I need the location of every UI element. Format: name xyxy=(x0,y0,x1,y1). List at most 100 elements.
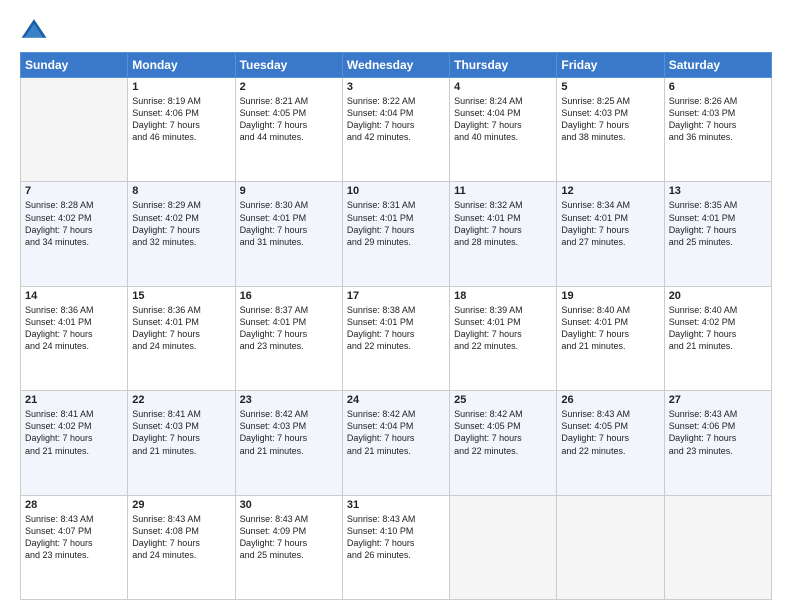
calendar-page: SundayMondayTuesdayWednesdayThursdayFrid… xyxy=(0,0,792,612)
calendar-table: SundayMondayTuesdayWednesdayThursdayFrid… xyxy=(20,52,772,600)
day-info: Sunrise: 8:39 AM Sunset: 4:01 PM Dayligh… xyxy=(454,304,552,353)
calendar-cell: 6Sunrise: 8:26 AM Sunset: 4:03 PM Daylig… xyxy=(664,78,771,182)
calendar-cell: 22Sunrise: 8:41 AM Sunset: 4:03 PM Dayli… xyxy=(128,391,235,495)
day-info: Sunrise: 8:37 AM Sunset: 4:01 PM Dayligh… xyxy=(240,304,338,353)
calendar-cell: 27 Sunrise: 8:43 AM Sunset: 4:06 PM Dayli… xyxy=(664,391,771,495)
day-number: 18 xyxy=(454,290,552,302)
day-number: 17 xyxy=(347,290,445,302)
day-number: 7 xyxy=(25,185,123,197)
week-row-4: 21 Sunrise: 8:41 AM Sunset: 4:02 PM Dayli… xyxy=(21,391,772,495)
day-info: Sunrise: 8:22 AM Sunset: 4:04 PM Dayligh… xyxy=(347,95,445,144)
logo xyxy=(20,16,52,44)
calendar-cell: 17 Sunrise: 8:38 AM Sunset: 4:01 PM Dayli… xyxy=(342,286,449,390)
day-info: Sunrise: 8:24 AM Sunset: 4:04 PM Dayligh… xyxy=(454,95,552,144)
calendar-cell: 13 Sunrise: 8:35 AM Sunset: 4:01 PM Dayli… xyxy=(664,182,771,286)
day-number: 13 xyxy=(669,185,767,197)
day-info: Sunrise: 8:42 AM Sunset: 4:04 PM Dayligh… xyxy=(347,408,445,457)
day-info: Sunrise: 8:32 AM Sunset: 4:01 PM Dayligh… xyxy=(454,199,552,248)
day-info: Sunrise: 8:42 AM Sunset: 4:05 PM Dayligh… xyxy=(454,408,552,457)
calendar-cell: 4 Sunrise: 8:24 AM Sunset: 4:04 PM Daylig… xyxy=(450,78,557,182)
day-number: 29 xyxy=(132,499,230,511)
day-info: Sunrise: 8:29 AM Sunset: 4:02 PM Dayligh… xyxy=(132,199,230,248)
day-number: 28 xyxy=(25,499,123,511)
calendar-cell: 23 Sunrise: 8:42 AM Sunset: 4:03 PM Dayli… xyxy=(235,391,342,495)
day-info: Sunrise: 8:43 AM Sunset: 4:06 PM Dayligh… xyxy=(669,408,767,457)
day-info: Sunrise: 8:41 AM Sunset: 4:03 PM Dayligh… xyxy=(132,408,230,457)
day-info: Sunrise: 8:19 AM Sunset: 4:06 PM Dayligh… xyxy=(132,95,230,144)
calendar-cell: 20 Sunrise: 8:40 AM Sunset: 4:02 PM Dayli… xyxy=(664,286,771,390)
calendar-cell: 5Sunrise: 8:25 AM Sunset: 4:03 PM Daylig… xyxy=(557,78,664,182)
day-number: 4 xyxy=(454,81,552,93)
day-number: 9 xyxy=(240,185,338,197)
calendar-cell: 3 Sunrise: 8:22 AM Sunset: 4:04 PM Daylig… xyxy=(342,78,449,182)
day-number: 1 xyxy=(132,81,230,93)
day-info: Sunrise: 8:40 AM Sunset: 4:01 PM Dayligh… xyxy=(561,304,659,353)
day-number: 23 xyxy=(240,394,338,406)
day-info: Sunrise: 8:31 AM Sunset: 4:01 PM Dayligh… xyxy=(347,199,445,248)
day-number: 2 xyxy=(240,81,338,93)
calendar-cell: 8 Sunrise: 8:29 AM Sunset: 4:02 PM Daylig… xyxy=(128,182,235,286)
calendar-cell: 12Sunrise: 8:34 AM Sunset: 4:01 PM Dayli… xyxy=(557,182,664,286)
calendar-cell: 19 Sunrise: 8:40 AM Sunset: 4:01 PM Dayli… xyxy=(557,286,664,390)
calendar-cell: 11 Sunrise: 8:32 AM Sunset: 4:01 PM Dayli… xyxy=(450,182,557,286)
day-number: 3 xyxy=(347,81,445,93)
calendar-cell: 28 Sunrise: 8:43 AM Sunset: 4:07 PM Dayli… xyxy=(21,495,128,599)
day-number: 19 xyxy=(561,290,659,302)
day-info: Sunrise: 8:41 AM Sunset: 4:02 PM Dayligh… xyxy=(25,408,123,457)
day-number: 20 xyxy=(669,290,767,302)
day-number: 10 xyxy=(347,185,445,197)
day-info: Sunrise: 8:43 AM Sunset: 4:05 PM Dayligh… xyxy=(561,408,659,457)
day-number: 16 xyxy=(240,290,338,302)
calendar-cell xyxy=(664,495,771,599)
day-number: 27 xyxy=(669,394,767,406)
calendar-cell: 18 Sunrise: 8:39 AM Sunset: 4:01 PM Dayli… xyxy=(450,286,557,390)
day-info: Sunrise: 8:36 AM Sunset: 4:01 PM Dayligh… xyxy=(132,304,230,353)
weekday-header-wednesday: Wednesday xyxy=(342,53,449,78)
day-info: Sunrise: 8:40 AM Sunset: 4:02 PM Dayligh… xyxy=(669,304,767,353)
weekday-header-tuesday: Tuesday xyxy=(235,53,342,78)
day-info: Sunrise: 8:43 AM Sunset: 4:09 PM Dayligh… xyxy=(240,513,338,562)
calendar-cell: 29 Sunrise: 8:43 AM Sunset: 4:08 PM Dayli… xyxy=(128,495,235,599)
day-info: Sunrise: 8:43 AM Sunset: 4:10 PM Dayligh… xyxy=(347,513,445,562)
day-info: Sunrise: 8:43 AM Sunset: 4:08 PM Dayligh… xyxy=(132,513,230,562)
weekday-header-saturday: Saturday xyxy=(664,53,771,78)
day-number: 11 xyxy=(454,185,552,197)
day-info: Sunrise: 8:42 AM Sunset: 4:03 PM Dayligh… xyxy=(240,408,338,457)
day-number: 15 xyxy=(132,290,230,302)
calendar-cell: 2 Sunrise: 8:21 AM Sunset: 4:05 PM Daylig… xyxy=(235,78,342,182)
calendar-cell xyxy=(450,495,557,599)
calendar-cell: 9 Sunrise: 8:30 AM Sunset: 4:01 PM Daylig… xyxy=(235,182,342,286)
weekday-header-thursday: Thursday xyxy=(450,53,557,78)
day-info: Sunrise: 8:35 AM Sunset: 4:01 PM Dayligh… xyxy=(669,199,767,248)
week-row-2: 7 Sunrise: 8:28 AM Sunset: 4:02 PM Daylig… xyxy=(21,182,772,286)
day-number: 8 xyxy=(132,185,230,197)
week-row-5: 28 Sunrise: 8:43 AM Sunset: 4:07 PM Dayli… xyxy=(21,495,772,599)
day-info: Sunrise: 8:43 AM Sunset: 4:07 PM Dayligh… xyxy=(25,513,123,562)
day-info: Sunrise: 8:21 AM Sunset: 4:05 PM Dayligh… xyxy=(240,95,338,144)
day-info: Sunrise: 8:38 AM Sunset: 4:01 PM Dayligh… xyxy=(347,304,445,353)
day-number: 30 xyxy=(240,499,338,511)
calendar-cell: 26 Sunrise: 8:43 AM Sunset: 4:05 PM Dayli… xyxy=(557,391,664,495)
weekday-header-sunday: Sunday xyxy=(21,53,128,78)
calendar-cell: 30 Sunrise: 8:43 AM Sunset: 4:09 PM Dayli… xyxy=(235,495,342,599)
calendar-cell xyxy=(557,495,664,599)
calendar-cell: 31 Sunrise: 8:43 AM Sunset: 4:10 PM Dayli… xyxy=(342,495,449,599)
day-number: 26 xyxy=(561,394,659,406)
calendar-cell: 24 Sunrise: 8:42 AM Sunset: 4:04 PM Dayli… xyxy=(342,391,449,495)
calendar-header xyxy=(20,16,772,44)
day-info: Sunrise: 8:36 AM Sunset: 4:01 PM Dayligh… xyxy=(25,304,123,353)
day-number: 14 xyxy=(25,290,123,302)
calendar-cell: 15 Sunrise: 8:36 AM Sunset: 4:01 PM Dayli… xyxy=(128,286,235,390)
calendar-cell: 25Sunrise: 8:42 AM Sunset: 4:05 PM Dayli… xyxy=(450,391,557,495)
calendar-cell: 7 Sunrise: 8:28 AM Sunset: 4:02 PM Daylig… xyxy=(21,182,128,286)
day-number: 21 xyxy=(25,394,123,406)
logo-icon xyxy=(20,16,48,44)
weekday-header-row: SundayMondayTuesdayWednesdayThursdayFrid… xyxy=(21,53,772,78)
day-number: 6 xyxy=(669,81,767,93)
day-info: Sunrise: 8:28 AM Sunset: 4:02 PM Dayligh… xyxy=(25,199,123,248)
day-number: 31 xyxy=(347,499,445,511)
weekday-header-monday: Monday xyxy=(128,53,235,78)
day-info: Sunrise: 8:30 AM Sunset: 4:01 PM Dayligh… xyxy=(240,199,338,248)
day-number: 24 xyxy=(347,394,445,406)
calendar-cell xyxy=(21,78,128,182)
